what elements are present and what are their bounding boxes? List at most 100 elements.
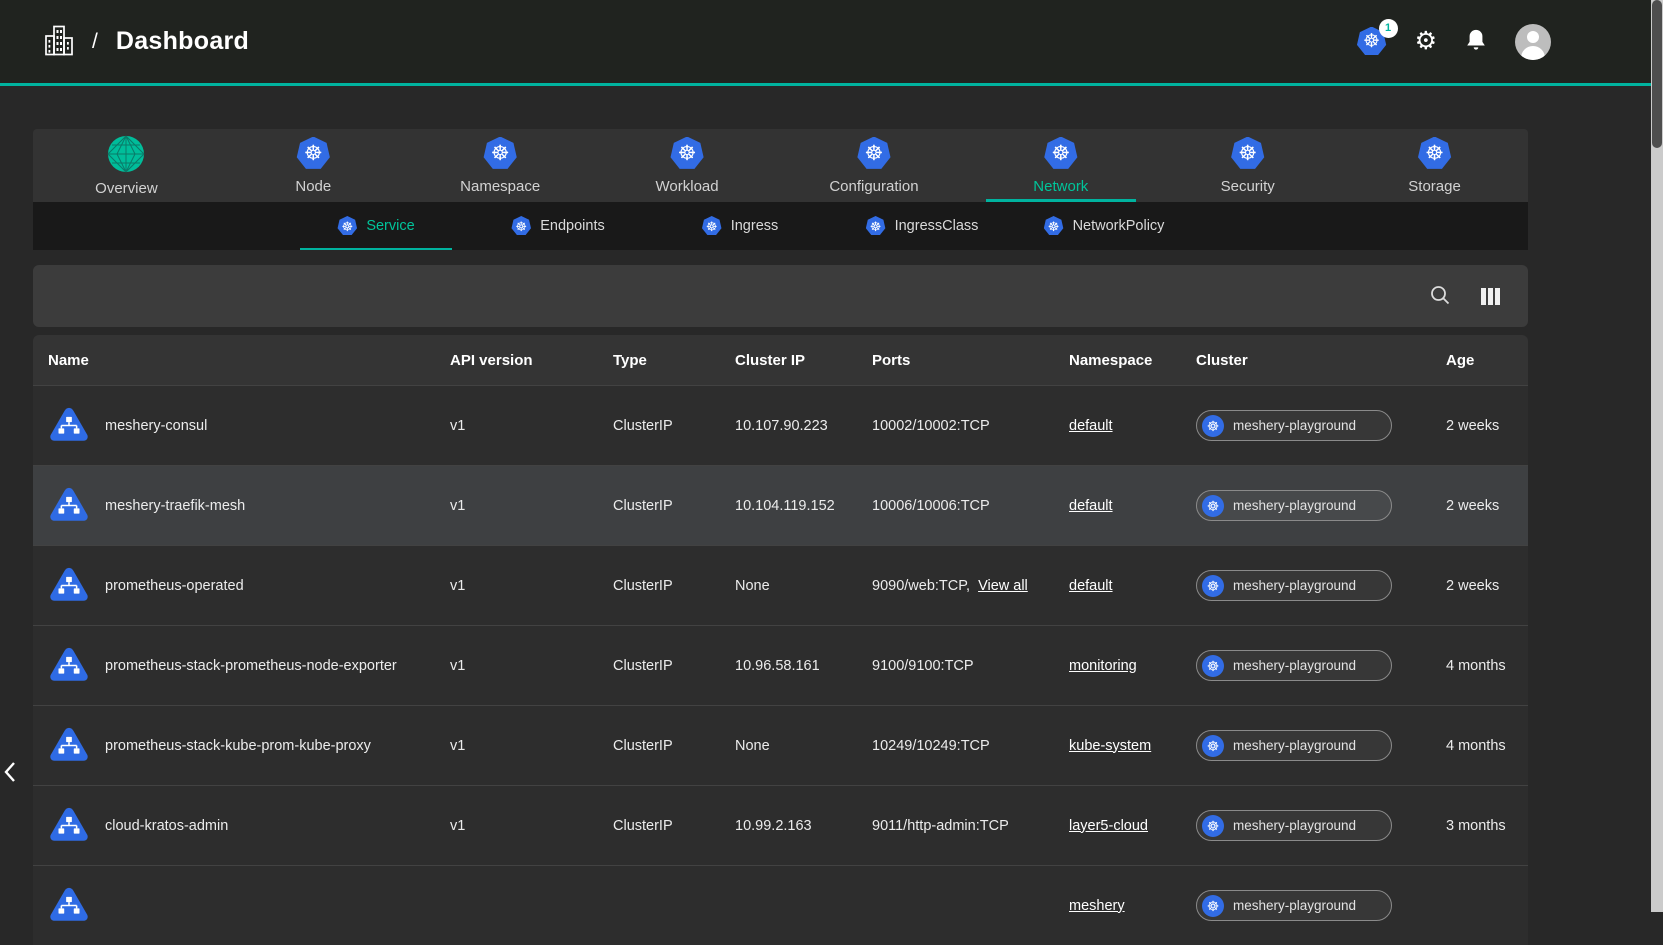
age-cell: 2 weeks: [1431, 418, 1528, 434]
kubernetes-icon: ☸: [1044, 137, 1078, 171]
subtab-networkpolicy[interactable]: ☸ NetworkPolicy: [1013, 202, 1195, 250]
cluster-chip[interactable]: ☸ meshery-playground: [1196, 490, 1392, 521]
view-columns-icon[interactable]: [1481, 288, 1500, 305]
table-row[interactable]: meshery-consul v1 ClusterIP 10.107.90.22…: [33, 385, 1528, 465]
tab-storage[interactable]: ☸ Storage: [1341, 129, 1528, 202]
kubernetes-icon: ☸: [296, 137, 330, 171]
cluster-cell: ☸ meshery-playground: [1181, 730, 1431, 761]
column-header-age[interactable]: Age: [1431, 352, 1528, 369]
cluster-chip[interactable]: ☸ meshery-playground: [1196, 890, 1392, 921]
column-header-name[interactable]: Name: [33, 352, 435, 369]
cluster-chip[interactable]: ☸ meshery-playground: [1196, 410, 1392, 441]
namespace-cell: default: [1054, 578, 1181, 594]
kubernetes-icon: ☸: [857, 137, 891, 171]
kubernetes-icon: ☸: [1202, 655, 1224, 677]
column-header-namespace[interactable]: Namespace: [1054, 352, 1181, 369]
namespace-link[interactable]: layer5-cloud: [1069, 818, 1148, 834]
column-header-api-version[interactable]: API version: [435, 352, 598, 369]
subtab-endpoints[interactable]: ☸ Endpoints: [467, 202, 649, 250]
name-cell: meshery-traefik-mesh: [33, 485, 435, 527]
tab-security[interactable]: ☸ Security: [1154, 129, 1341, 202]
age-cell: 4 months: [1431, 738, 1528, 754]
page-scrollbar[interactable]: [1651, 0, 1663, 912]
tab-label: Configuration: [829, 178, 918, 195]
ports-value: 10249/10249:TCP: [872, 738, 990, 754]
kubernetes-icon: ☸: [483, 137, 517, 171]
user-avatar[interactable]: [1515, 24, 1551, 60]
namespace-cell: default: [1054, 498, 1181, 514]
subtab-service[interactable]: ☸ Service: [285, 202, 467, 250]
api-version-cell: v1: [435, 658, 598, 674]
namespace-link[interactable]: monitoring: [1069, 658, 1137, 674]
type-cell: ClusterIP: [598, 578, 720, 594]
namespace-cell: layer5-cloud: [1054, 818, 1181, 834]
organization-building-icon[interactable]: [44, 24, 74, 60]
service-resource-icon: [48, 485, 90, 527]
scrollbar-thumb[interactable]: [1652, 0, 1662, 148]
cluster-chip[interactable]: ☸ meshery-playground: [1196, 730, 1392, 761]
column-header-type[interactable]: Type: [598, 352, 720, 369]
cluster-chip[interactable]: ☸ meshery-playground: [1196, 810, 1392, 841]
tab-workload[interactable]: ☸ Workload: [594, 129, 781, 202]
collapse-panel-chevron-icon[interactable]: [3, 760, 17, 787]
cluster-cell: ☸ meshery-playground: [1181, 890, 1431, 921]
resource-nav-panel: Overview ☸ Node ☸ Namespace ☸ Workload ☸…: [33, 129, 1528, 250]
namespace-cell: monitoring: [1054, 658, 1181, 674]
kubernetes-icon: ☸: [866, 216, 886, 236]
view-all-link[interactable]: View all: [978, 578, 1028, 594]
settings-gear-icon[interactable]: ⚙: [1415, 29, 1437, 54]
name-cell: cloud-kratos-admin: [33, 805, 435, 847]
api-version-cell: v1: [435, 578, 598, 594]
notifications-bell-icon[interactable]: [1465, 28, 1487, 55]
kubernetes-icon: ☸: [1202, 895, 1224, 917]
ports-cell: 9011/http-admin:TCP: [857, 818, 1054, 834]
table-row[interactable]: prometheus-stack-kube-prom-kube-proxy v1…: [33, 705, 1528, 785]
column-header-cluster[interactable]: Cluster: [1181, 352, 1431, 369]
column-header-cluster-ip[interactable]: Cluster IP: [720, 352, 857, 369]
kubernetes-context-button[interactable]: ☸ 1: [1357, 27, 1387, 57]
service-resource-icon: [48, 805, 90, 847]
kubernetes-icon: ☸: [1202, 415, 1224, 437]
search-icon[interactable]: [1429, 284, 1451, 309]
ports-cell: 9100/9100:TCP: [857, 658, 1054, 674]
cluster-ip-cell: 10.104.119.152: [720, 498, 857, 514]
ports-cell: 9090/web:TCP, View all: [857, 578, 1054, 594]
table-row[interactable]: meshery ☸ meshery-playground: [33, 865, 1528, 945]
kubernetes-icon: ☸: [1202, 575, 1224, 597]
namespace-link[interactable]: default: [1069, 498, 1113, 514]
table-row[interactable]: prometheus-operated v1 ClusterIP None 90…: [33, 545, 1528, 625]
tab-overview[interactable]: Overview: [33, 129, 220, 202]
app-header: / Dashboard ☸ 1 ⚙: [0, 0, 1663, 86]
tab-namespace[interactable]: ☸ Namespace: [407, 129, 594, 202]
cluster-name: meshery-playground: [1233, 738, 1356, 753]
cluster-ip-cell: None: [720, 738, 857, 754]
cluster-ip-cell: 10.99.2.163: [720, 818, 857, 834]
column-header-ports[interactable]: Ports: [857, 352, 1054, 369]
service-name: prometheus-stack-kube-prom-kube-proxy: [105, 738, 371, 754]
tab-node[interactable]: ☸ Node: [220, 129, 407, 202]
cluster-chip[interactable]: ☸ meshery-playground: [1196, 650, 1392, 681]
namespace-link[interactable]: meshery: [1069, 898, 1125, 914]
namespace-link[interactable]: default: [1069, 578, 1113, 594]
cluster-chip[interactable]: ☸ meshery-playground: [1196, 570, 1392, 601]
tab-label: Overview: [95, 180, 158, 197]
namespace-link[interactable]: kube-system: [1069, 738, 1151, 754]
service-resource-icon: [48, 405, 90, 447]
ports-cell: 10002/10002:TCP: [857, 418, 1054, 434]
subtab-ingress[interactable]: ☸ Ingress: [649, 202, 831, 250]
cluster-cell: ☸ meshery-playground: [1181, 490, 1431, 521]
ports-value: 9090/web:TCP,: [872, 578, 970, 594]
tab-configuration[interactable]: ☸ Configuration: [781, 129, 968, 202]
service-resource-icon: [48, 565, 90, 607]
cluster-name: meshery-playground: [1233, 418, 1356, 433]
tab-network[interactable]: ☸ Network: [967, 129, 1154, 202]
table-row[interactable]: prometheus-stack-prometheus-node-exporte…: [33, 625, 1528, 705]
subtab-ingressclass[interactable]: ☸ IngressClass: [831, 202, 1013, 250]
namespace-link[interactable]: default: [1069, 418, 1113, 434]
tab-label: Workload: [656, 178, 719, 195]
ports-value: 9100/9100:TCP: [872, 658, 974, 674]
tab-label: Network: [1033, 178, 1088, 195]
table-row[interactable]: meshery-traefik-mesh v1 ClusterIP 10.104…: [33, 465, 1528, 545]
name-cell: [33, 885, 435, 927]
table-row[interactable]: cloud-kratos-admin v1 ClusterIP 10.99.2.…: [33, 785, 1528, 865]
